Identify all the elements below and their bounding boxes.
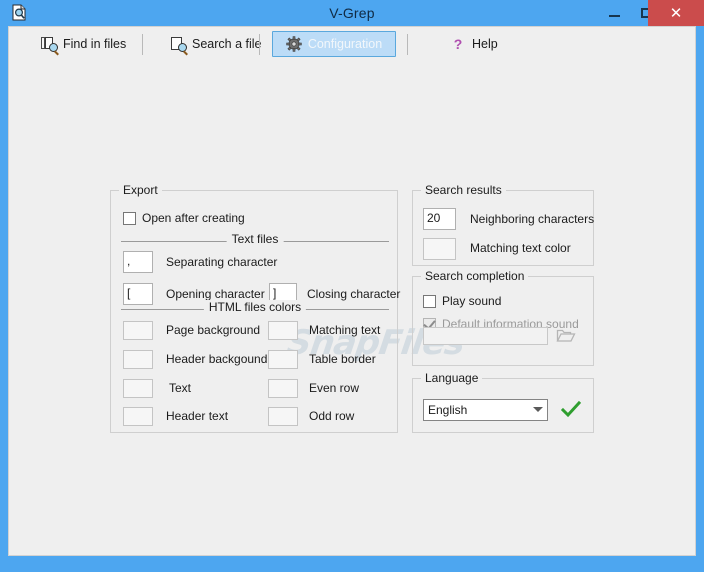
toolbar-item-configuration[interactable]: Configuration [272,31,396,57]
toolbar-label-help: Help [472,37,498,51]
toolbar-item-search-a-file[interactable]: Search a file [164,31,267,57]
toolbar-label-configuration: Configuration [307,37,383,51]
label-table-border: Table border [309,352,376,366]
find-in-files-icon [41,36,59,56]
text-files-section-divider: Text files [121,232,389,246]
export-group-title: Export [119,183,162,197]
toolbar-item-find-in-files[interactable]: Find in files [35,31,132,57]
html-colors-caption: HTML files colors [203,300,307,314]
color-swatch-text[interactable] [123,379,153,398]
color-swatch-matching-text-color[interactable] [423,238,456,260]
sound-path-input[interactable] [423,327,548,345]
html-colors-section-divider: HTML files colors [121,300,389,314]
label-odd-row: Odd row [309,409,355,423]
green-check-icon[interactable] [560,400,582,420]
app-window: V-Grep ✕ Find in files Search a file Con… [0,0,704,572]
close-button[interactable]: ✕ [648,0,704,26]
language-select[interactable]: English [423,399,548,421]
color-swatch-page-background[interactable] [123,321,153,340]
open-after-creating-checkbox[interactable]: Open after creating [123,211,245,225]
opening-character-input[interactable]: [ [123,283,153,305]
play-sound-label: Play sound [442,294,502,308]
search-completion-group: Search completion Play sound Default inf… [412,269,594,366]
checkbox-box [123,211,136,225]
search-file-icon [170,36,188,56]
color-swatch-odd-row[interactable] [268,407,298,426]
checkbox-box [423,294,436,308]
label-matching-text: Matching text [309,323,381,337]
color-swatch-table-border[interactable] [268,350,298,369]
toolbar-label-find-in-files: Find in files [63,37,127,51]
toolbar: Find in files Search a file Configuratio… [9,27,695,63]
toolbar-separator [142,34,143,55]
toolbar-separator [259,34,260,55]
color-swatch-matching-text[interactable] [268,321,298,340]
closing-character-label: Closing character [307,287,401,301]
minimize-icon [608,15,620,17]
text-files-caption: Text files [226,232,284,246]
label-text: Text [169,381,192,395]
neighboring-characters-label: Neighboring characters [470,212,595,226]
search-completion-group-title: Search completion [421,269,529,283]
language-group-title: Language [421,371,483,385]
play-sound-checkbox[interactable]: Play sound [423,294,501,308]
toolbar-label-search-a-file: Search a file [192,37,262,51]
separating-character-input[interactable]: , [123,251,153,273]
label-header-text: Header text [166,409,229,423]
color-swatch-even-row[interactable] [268,379,298,398]
minimize-button[interactable] [598,0,630,26]
close-icon: ✕ [669,4,683,22]
folder-open-icon[interactable] [556,327,576,344]
export-group: Export Open after creating Text files , … [110,183,401,433]
language-select-value: English [428,403,468,417]
matching-text-color-label: Matching text color [470,241,571,255]
question-mark-icon: ? [453,36,463,52]
search-results-group-title: Search results [421,183,506,197]
label-page-background: Page background [166,323,261,337]
title-bar: V-Grep ✕ [0,0,704,26]
toolbar-separator [407,34,408,55]
chevron-down-icon [533,407,543,412]
label-even-row: Even row [309,381,360,395]
color-swatch-header-background[interactable] [123,350,153,369]
separating-character-label: Separating character [166,255,278,269]
search-results-group: Search results 20 Neighboring characters… [412,183,595,266]
label-header-background: Header backgound [166,352,268,366]
gear-icon [286,36,302,52]
language-group: Language English [412,371,594,433]
open-after-creating-label: Open after creating [142,211,245,225]
toolbar-item-help[interactable]: ? Help [444,31,504,57]
color-swatch-header-text[interactable] [123,407,153,426]
neighboring-characters-input[interactable]: 20 [423,208,456,230]
